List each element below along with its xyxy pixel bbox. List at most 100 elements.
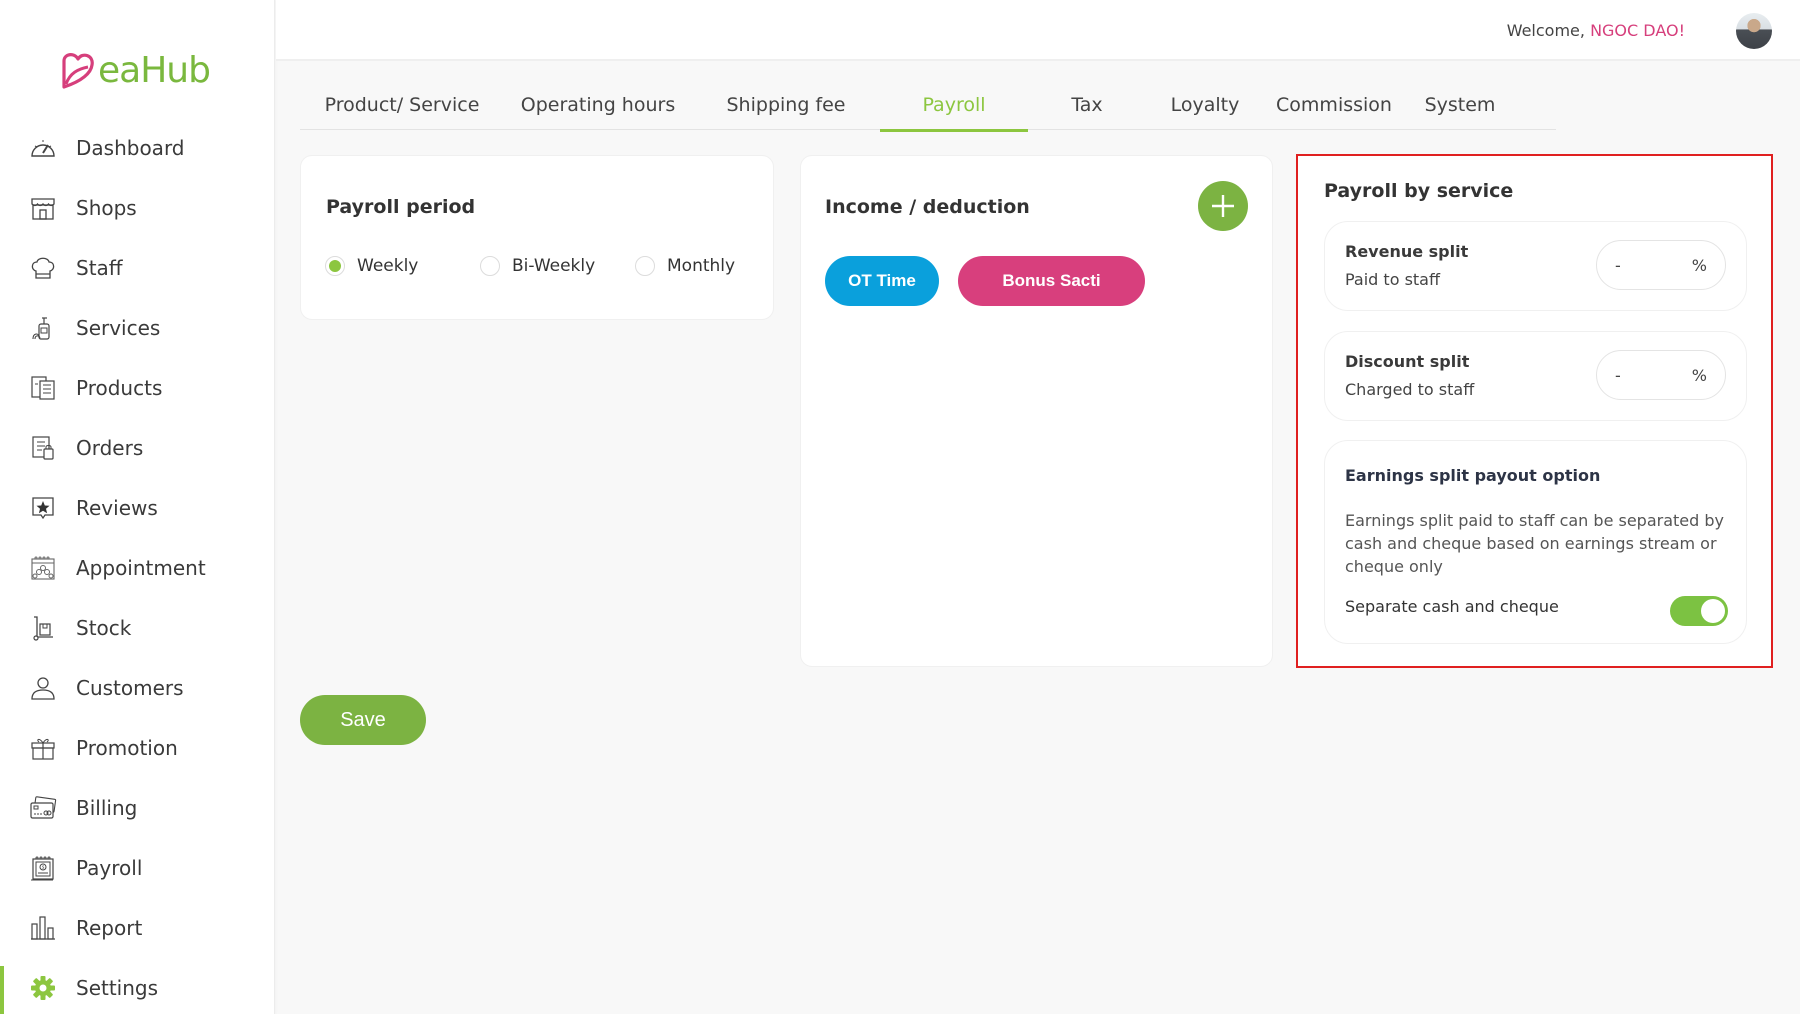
sidebar-item-label: Stock — [76, 616, 132, 640]
sidebar-item-label: Orders — [76, 436, 144, 460]
chef-hat-icon — [28, 253, 58, 283]
radio-label: Bi-Weekly — [512, 256, 596, 276]
revenue-split-title: Revenue split — [1345, 242, 1469, 261]
discount-split-input[interactable] — [1615, 365, 1675, 385]
radio-bi-weekly[interactable]: Bi-Weekly — [480, 256, 635, 276]
bar-chart-icon — [28, 913, 58, 943]
sidebar-item-payroll[interactable]: $ Payroll — [0, 838, 275, 898]
sidebar-item-appointment[interactable]: Appointment — [0, 538, 275, 598]
radio-dot — [329, 260, 341, 272]
star-review-icon — [28, 493, 58, 523]
sidebar-item-label: Report — [76, 916, 143, 940]
sidebar-item-label: Customers — [76, 676, 184, 700]
sidebar-item-dashboard[interactable]: Dashboard — [0, 118, 275, 178]
user-icon — [28, 673, 58, 703]
order-checklist-icon — [28, 433, 58, 463]
radio-weekly[interactable]: Weekly — [325, 256, 480, 276]
sidebar-item-label: Staff — [76, 256, 123, 280]
payroll-calendar-icon: $ — [28, 853, 58, 883]
income-deduction-card: Income / deduction OT Time Bonus Sacti — [800, 155, 1273, 667]
sidebar-item-staff[interactable]: Staff — [0, 238, 275, 298]
chip-bonus-sacti[interactable]: Bonus Sacti — [958, 256, 1145, 306]
radio-monthly[interactable]: Monthly — [635, 256, 735, 276]
gift-icon — [28, 733, 58, 763]
sidebar-item-billing[interactable]: Billing — [0, 778, 275, 838]
revenue-split-input[interactable] — [1615, 255, 1675, 275]
sidebar-item-stock[interactable]: Stock — [0, 598, 275, 658]
income-deduction-title: Income / deduction — [825, 196, 1030, 218]
tab-shipping-fee[interactable]: Shipping fee — [692, 80, 880, 130]
discount-split-card: Discount split Charged to staff % — [1324, 331, 1747, 421]
revenue-split-field[interactable]: % — [1596, 240, 1726, 290]
radio-label: Monthly — [667, 256, 736, 276]
hand-truck-icon — [28, 613, 58, 643]
chip-ot-time[interactable]: OT Time — [825, 256, 939, 306]
earnings-split-description: Earnings split paid to staff can be sepa… — [1345, 511, 1724, 576]
sidebar-item-label: Dashboard — [76, 136, 185, 160]
tab-loyalty[interactable]: Loyalty — [1146, 80, 1264, 130]
sidebar-item-label: Products — [76, 376, 163, 400]
sidebar-item-orders[interactable]: Orders — [0, 418, 275, 478]
user-avatar[interactable] — [1736, 13, 1772, 49]
tab-payroll[interactable]: Payroll — [880, 80, 1028, 132]
tab-system[interactable]: System — [1404, 80, 1516, 130]
tab-product-service[interactable]: Product/ Service — [300, 80, 504, 130]
percent-unit: % — [1691, 255, 1707, 275]
sidebar: eaHub Dashboard Shops Staff Services Pro… — [0, 0, 275, 1014]
radio-circle[interactable] — [635, 256, 655, 276]
svg-text:$: $ — [42, 865, 45, 871]
top-header: Welcome, NGOC DAO! — [276, 0, 1800, 61]
sidebar-item-reviews[interactable]: Reviews — [0, 478, 275, 538]
logo-text: eaHub — [98, 49, 211, 91]
discount-split-subtitle: Charged to staff — [1345, 380, 1475, 399]
radio-circle[interactable] — [480, 256, 500, 276]
sidebar-item-label: Appointment — [76, 556, 206, 580]
product-list-icon — [28, 373, 58, 403]
toggle-knob — [1701, 599, 1725, 623]
welcome-message: Welcome, NGOC DAO! — [1507, 21, 1685, 40]
sidebar-item-label: Reviews — [76, 496, 158, 520]
discount-split-field[interactable]: % — [1596, 350, 1726, 400]
tab-operating-hours[interactable]: Operating hours — [504, 80, 692, 130]
calendar-flower-icon — [28, 553, 58, 583]
speedometer-icon — [28, 133, 58, 163]
save-button[interactable]: Save — [300, 695, 426, 745]
sidebar-item-report[interactable]: Report — [0, 898, 275, 958]
sidebar-item-label: Services — [76, 316, 161, 340]
revenue-split-card: Revenue split Paid to staff % — [1324, 221, 1747, 311]
sidebar-item-settings[interactable]: Settings — [0, 958, 275, 1014]
tab-commission[interactable]: Commission — [1264, 80, 1404, 130]
revenue-split-subtitle: Paid to staff — [1345, 270, 1441, 289]
radio-label: Weekly — [357, 256, 419, 276]
sidebar-item-label: Promotion — [76, 736, 178, 760]
sidebar-item-promotion[interactable]: Promotion — [0, 718, 275, 778]
tab-tax[interactable]: Tax — [1028, 80, 1146, 130]
credit-card-icon — [28, 793, 58, 823]
plus-icon — [1212, 195, 1234, 217]
sidebar-item-customers[interactable]: Customers — [0, 658, 275, 718]
sidebar-item-label: Payroll — [76, 856, 143, 880]
gear-icon — [28, 973, 58, 1003]
radio-circle-selected[interactable] — [325, 256, 345, 276]
separate-cash-cheque-toggle[interactable] — [1670, 596, 1728, 626]
payroll-period-options: Weekly Bi-Weekly Monthly — [325, 256, 735, 276]
beahub-logo[interactable]: eaHub — [60, 49, 211, 91]
sidebar-item-services[interactable]: Services — [0, 298, 275, 358]
discount-split-title: Discount split — [1345, 352, 1470, 371]
earnings-split-card: Earnings split payout option Earnings sp… — [1324, 440, 1747, 644]
separate-cash-cheque-label: Separate cash and cheque — [1345, 597, 1559, 616]
payroll-by-service-title: Payroll by service — [1324, 180, 1514, 202]
welcome-prefix: Welcome, — [1506, 21, 1591, 40]
sidebar-item-products[interactable]: Products — [0, 358, 275, 418]
payroll-by-service-panel: Payroll by service Revenue split Paid to… — [1296, 154, 1773, 668]
sidebar-item-shops[interactable]: Shops — [0, 178, 275, 238]
add-income-deduction-button[interactable] — [1198, 181, 1248, 231]
sidebar-item-label: Shops — [76, 196, 137, 220]
heart-leaf-logo-icon — [62, 53, 94, 89]
payroll-period-title: Payroll period — [326, 196, 476, 218]
earnings-split-title: Earnings split payout option — [1345, 466, 1601, 485]
user-name[interactable]: NGOC DAO! — [1590, 21, 1685, 40]
sidebar-item-label: Settings — [76, 976, 159, 1000]
sidebar-nav: Dashboard Shops Staff Services Products — [0, 118, 275, 1014]
income-deduction-list: OT Time Bonus Sacti — [825, 256, 1145, 306]
